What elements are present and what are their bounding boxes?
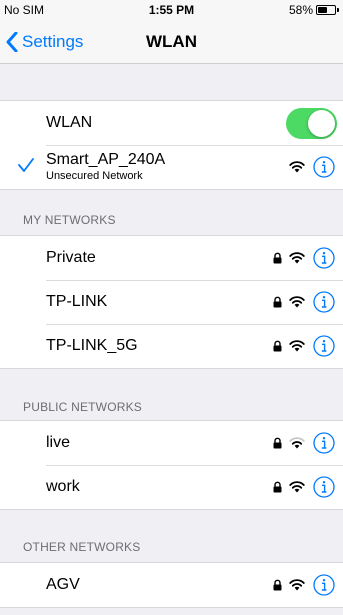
network-row-work[interactable]: work (0, 465, 343, 509)
network-name: TP-LINK (46, 293, 108, 310)
other-networks-section: AGV (0, 562, 343, 608)
wifi-weak-icon (289, 437, 305, 449)
toggle-knob (308, 110, 335, 137)
lock-icon (273, 340, 282, 352)
public-networks-header: PUBLIC NETWORKS (23, 400, 143, 414)
other-networks-header: OTHER NETWORKS (23, 540, 141, 554)
info-icon[interactable] (313, 476, 335, 498)
back-button[interactable]: Settings (6, 20, 83, 64)
network-name: work (46, 478, 80, 495)
wlan-section: WLAN Smart_AP_240A Unsecured Network (0, 100, 343, 190)
network-icons (273, 280, 335, 324)
info-icon[interactable] (313, 156, 335, 178)
public-networks-section: live work (0, 420, 343, 510)
connected-network-row[interactable]: Smart_AP_240A Unsecured Network (0, 145, 343, 189)
battery-tip (337, 8, 339, 12)
info-icon[interactable] (313, 247, 335, 269)
network-icons (273, 236, 335, 280)
battery-percent: 58% (288, 3, 313, 17)
network-row-private[interactable]: Private (0, 236, 343, 280)
lock-icon (273, 252, 282, 264)
info-icon[interactable] (313, 335, 335, 357)
wifi-icon (289, 296, 305, 308)
connected-network-icons (289, 145, 335, 189)
checkmark-icon (18, 158, 34, 172)
lock-icon (273, 437, 282, 449)
wifi-icon (289, 579, 305, 591)
network-icons (273, 324, 335, 368)
wlan-toggle-row: WLAN (0, 101, 343, 145)
connected-network-status: Unsecured Network (46, 170, 143, 182)
navigation-bar: WLAN Settings (0, 20, 343, 64)
wifi-icon (289, 340, 305, 352)
lock-icon (273, 579, 282, 591)
network-name: live (46, 434, 71, 451)
my-networks-section: Private TP-LINK TP-LINK_5G (0, 235, 343, 369)
network-icons (273, 421, 335, 465)
wlan-toggle[interactable] (286, 108, 337, 139)
info-icon[interactable] (313, 432, 335, 454)
network-name: Private (46, 249, 96, 266)
lock-icon (273, 296, 282, 308)
wlan-label: WLAN (46, 114, 93, 131)
info-icon[interactable] (313, 574, 335, 596)
chevron-left-icon (6, 32, 18, 52)
battery-icon (316, 5, 336, 15)
network-icons (273, 465, 335, 509)
info-icon[interactable] (313, 291, 335, 313)
network-name: AGV (46, 576, 80, 593)
wifi-icon (289, 252, 305, 264)
network-row-tp-link[interactable]: TP-LINK (0, 280, 343, 324)
wifi-icon (289, 481, 305, 493)
back-label: Settings (22, 32, 84, 51)
wifi-icon (289, 161, 305, 173)
connected-network-name: Smart_AP_240A (46, 151, 166, 168)
my-networks-header: MY NETWORKS (23, 213, 116, 227)
network-row-tp-link-5g[interactable]: TP-LINK_5G (0, 324, 343, 368)
network-icons (273, 563, 335, 607)
battery-indicator: 58% (289, 3, 339, 17)
status-bar: No SIM 1:55 PM 58% (0, 0, 343, 20)
lock-icon (273, 481, 282, 493)
network-row-agv[interactable]: AGV (0, 563, 343, 607)
network-name: TP-LINK_5G (46, 337, 138, 354)
network-row-live[interactable]: live (0, 421, 343, 465)
